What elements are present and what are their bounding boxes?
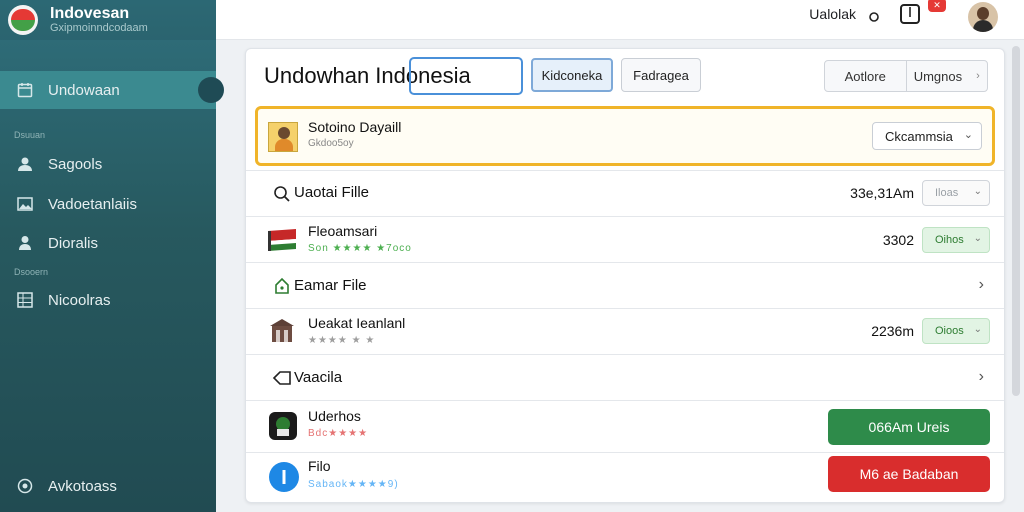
brand-text: Indovesan Gxipmoinndcodaam bbox=[50, 5, 148, 35]
highlight-title: Sotoino Dayaill bbox=[308, 119, 402, 135]
chevron-down-icon: ⌄ bbox=[963, 129, 973, 141]
row-rating: ★★★★ ★ ★ bbox=[308, 335, 375, 346]
rating-stars: Sabaok★★★★9) bbox=[308, 479, 399, 490]
sidebar-item-nicoolras[interactable]: Nicoolras bbox=[0, 281, 216, 319]
sidebar-item-label: Sagools bbox=[48, 155, 103, 173]
sidebar-item-avkotoass[interactable]: Avkotoass bbox=[0, 467, 216, 505]
sidebar-item-label: Dioralis bbox=[48, 234, 99, 252]
list-item[interactable]: Eamar File › bbox=[246, 262, 1004, 308]
lock-icon bbox=[268, 272, 296, 300]
row-value: 33e,31Am bbox=[850, 185, 914, 201]
row-label: Uderhos bbox=[308, 408, 361, 424]
chevron-down-icon: ⌄ bbox=[973, 233, 982, 244]
brand-logo-icon bbox=[8, 5, 38, 35]
sidebar-item-label: Undowaan bbox=[48, 81, 120, 99]
row-select-value: Oioos bbox=[935, 325, 964, 337]
row-label: Fleoamsari bbox=[308, 223, 378, 239]
user-label[interactable]: Ualolak bbox=[809, 6, 856, 22]
row-value: 3302 bbox=[882, 232, 914, 248]
rating-stars: Bdc★★★★ bbox=[308, 428, 369, 439]
row-label: Vaacila bbox=[294, 369, 343, 386]
row-select[interactable]: Oihos ⌄ bbox=[922, 227, 990, 253]
sidebar-item-label: Nicoolras bbox=[48, 291, 111, 309]
section-label: Dsooern bbox=[14, 267, 49, 277]
row-label: Eamar File bbox=[294, 277, 367, 294]
app-icon bbox=[268, 411, 298, 441]
tag-icon bbox=[268, 364, 296, 392]
row-select-value: Oihos bbox=[935, 234, 964, 246]
chevron-right-icon: › bbox=[976, 70, 980, 82]
users-icon bbox=[16, 155, 34, 173]
info-icon bbox=[268, 461, 300, 493]
image-icon bbox=[16, 195, 34, 213]
dropdown-value: Ckcammsia bbox=[885, 128, 953, 144]
calendar-icon bbox=[16, 81, 34, 99]
segment-aotlore[interactable]: Aotlore bbox=[825, 61, 907, 91]
tab-kidconeka[interactable]: Kidconeka bbox=[531, 58, 613, 92]
brand-subtitle: Gxipmoinndcodaam bbox=[50, 22, 148, 34]
row-label: Ueakat Ieanlanl bbox=[308, 315, 406, 331]
top-bar: Ualolak ✕ bbox=[216, 0, 1024, 40]
segment-control: Aotlore Umgnos › bbox=[824, 60, 988, 92]
sidebar-item-label: Avkotoass bbox=[48, 477, 117, 495]
avatar[interactable] bbox=[968, 2, 998, 32]
row-select[interactable]: Iloas ⌄ bbox=[922, 180, 990, 206]
sidebar-item-undowaan[interactable]: Undowaan bbox=[0, 71, 224, 109]
person-icon bbox=[16, 234, 34, 252]
flag-icon bbox=[268, 226, 296, 254]
segment-umgnos[interactable]: Umgnos › bbox=[907, 61, 988, 91]
row-select-value: Iloas bbox=[935, 187, 959, 199]
building-icon bbox=[268, 317, 296, 345]
highlight-subtitle: Gkdoo5oy bbox=[308, 138, 354, 149]
highlight-dropdown[interactable]: Ckcammsia ⌄ bbox=[872, 122, 982, 150]
sidebar-item-vadoetanlaiis[interactable]: Vadoetanlaiis bbox=[0, 185, 216, 223]
chevron-down-icon: ⌄ bbox=[973, 186, 982, 197]
segment-umgnos-label: Umgnos bbox=[913, 68, 963, 84]
active-indicator bbox=[198, 77, 224, 103]
title-focus-outline[interactable] bbox=[409, 57, 523, 95]
chevron-down-icon: ⌄ bbox=[973, 324, 982, 335]
primary-action-button[interactable]: 066Am Ureis bbox=[828, 409, 990, 445]
search-icon bbox=[268, 180, 296, 208]
grid-icon bbox=[16, 291, 34, 309]
notification-badge: ✕ bbox=[928, 0, 946, 12]
sidebar: Indovesan Gxipmoinndcodaam Undowaan Dsuu… bbox=[0, 0, 224, 512]
row-rating: Son ★★★★ ★7oco bbox=[308, 243, 412, 254]
scrollbar[interactable] bbox=[1012, 46, 1020, 396]
item-thumbnail bbox=[268, 122, 298, 152]
chevron-right-icon[interactable]: › bbox=[979, 276, 984, 294]
chevron-right-icon[interactable]: › bbox=[979, 368, 984, 386]
highlighted-item[interactable]: Sotoino Dayaill Gkdoo5oy Ckcammsia ⌄ bbox=[255, 106, 995, 166]
list-item[interactable]: Uaotai Fille 33e,31Am Iloas ⌄ bbox=[246, 170, 1004, 216]
list-item[interactable]: Ueakat Ieanlanl ★★★★ ★ ★ 2236m Oioos ⌄ bbox=[246, 308, 1004, 354]
danger-action-button[interactable]: M6 ae Badaban bbox=[828, 456, 990, 492]
rating-stars: ★★★★ ★ ★ bbox=[308, 335, 376, 346]
list-item[interactable]: Fleoamsari Son ★★★★ ★7oco 3302 Oihos ⌄ bbox=[246, 216, 1004, 262]
row-select[interactable]: Oioos ⌄ bbox=[922, 318, 990, 344]
search-icon[interactable] bbox=[868, 5, 880, 28]
section-label: Dsuuan bbox=[14, 130, 46, 140]
sidebar-item-dioralis[interactable]: Dioralis bbox=[0, 224, 216, 262]
row-label: Filo bbox=[308, 458, 331, 474]
list-item[interactable]: Uderhos Bdc★★★★ 066Am Ureis bbox=[246, 400, 1004, 452]
sidebar-item-sagools[interactable]: Sagools bbox=[0, 145, 216, 183]
row-rating: Sabaok★★★★9) bbox=[308, 479, 399, 490]
list-item[interactable]: Filo Sabaok★★★★9) M6 ae Badaban bbox=[246, 452, 1004, 502]
brand[interactable]: Indovesan Gxipmoinndcodaam bbox=[0, 0, 216, 40]
brand-title: Indovesan bbox=[50, 5, 130, 22]
row-rating: Bdc★★★★ bbox=[308, 428, 368, 439]
main-panel: Undowhan Indonesia Kidconeka Fadragea Ao… bbox=[245, 48, 1005, 503]
row-value: 2236m bbox=[871, 323, 914, 339]
settings-icon bbox=[16, 477, 34, 495]
row-label: Uaotai Fille bbox=[294, 184, 370, 201]
rating-stars: Son ★★★★ ★7oco bbox=[308, 243, 412, 254]
notification-icon[interactable] bbox=[900, 4, 920, 24]
list-item[interactable]: Vaacila › bbox=[246, 354, 1004, 400]
sidebar-item-label: Vadoetanlaiis bbox=[48, 195, 137, 213]
tab-fadragea[interactable]: Fadragea bbox=[621, 58, 701, 92]
